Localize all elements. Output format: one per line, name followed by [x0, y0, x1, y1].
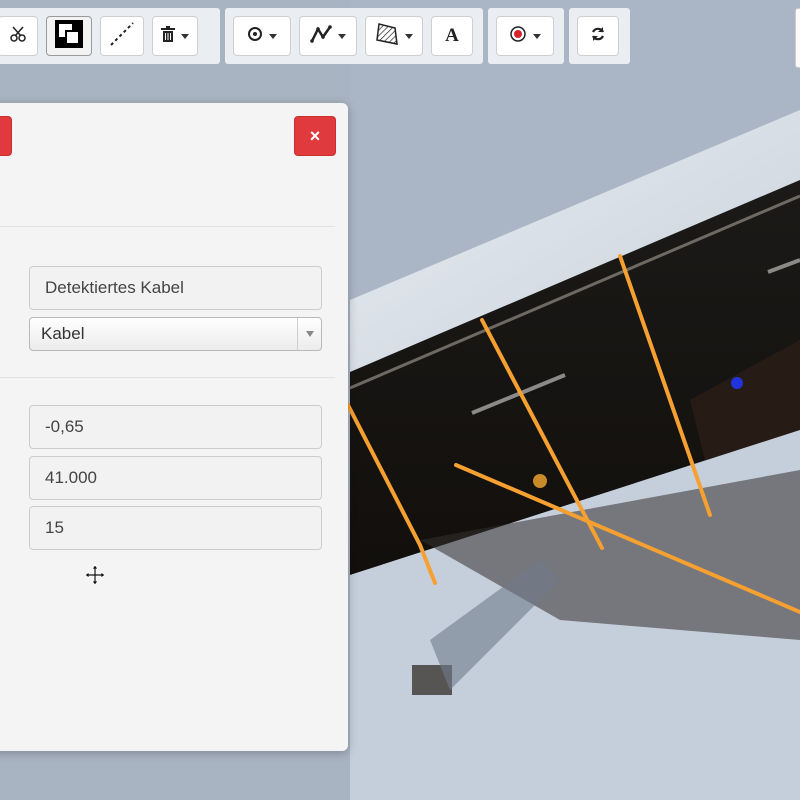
- polygon-icon: [375, 22, 399, 51]
- point-icon: [247, 26, 263, 47]
- chevron-down-icon: [181, 33, 189, 39]
- length-input[interactable]: 41.000: [29, 456, 322, 500]
- chevron-down-icon: [305, 331, 314, 337]
- chevron-down-icon: [338, 33, 346, 39]
- divider: [0, 377, 335, 378]
- text-icon: A: [445, 25, 459, 46]
- chevron-down-icon: [269, 33, 277, 39]
- type-select[interactable]: Kabel: [29, 317, 322, 351]
- polyline-icon: [310, 24, 332, 48]
- draw-line-button[interactable]: [299, 16, 357, 56]
- close-icon: ×: [309, 125, 321, 146]
- select-arrow[interactable]: [297, 318, 321, 350]
- type-select-value: Kabel: [41, 324, 85, 343]
- vertex-marker[interactable]: [533, 474, 547, 488]
- split-line-button[interactable]: [100, 16, 144, 56]
- refresh-icon: [590, 26, 606, 47]
- name-input[interactable]: Detektiertes Kabel: [29, 266, 322, 310]
- secondary-close-button[interactable]: [0, 116, 12, 156]
- refresh-button[interactable]: [577, 16, 619, 56]
- side-panel-edge[interactable]: [795, 8, 800, 68]
- overlap-button[interactable]: [46, 16, 92, 56]
- draw-polygon-button[interactable]: [365, 16, 423, 56]
- feature-properties-dialog: × Detektiertes Kabel Kabel -0,65 41.000 …: [0, 103, 348, 751]
- dashed-line-icon: [109, 21, 135, 52]
- edit-toolbar: [0, 8, 220, 64]
- cut-icon: [9, 25, 27, 48]
- cut-button[interactable]: [0, 16, 38, 56]
- divider: [0, 226, 335, 227]
- depth-input[interactable]: -0,65: [29, 405, 322, 449]
- record-button[interactable]: [496, 16, 554, 56]
- draw-point-button[interactable]: [233, 16, 291, 56]
- chevron-down-icon: [533, 33, 541, 39]
- delete-button[interactable]: [152, 16, 198, 56]
- width-input[interactable]: 15: [29, 506, 322, 550]
- refresh-toolbar: [569, 8, 630, 64]
- move-cursor-icon: [84, 564, 106, 590]
- draw-toolbar: A: [225, 8, 483, 64]
- trash-icon: [161, 25, 175, 47]
- blue-marker[interactable]: [731, 377, 743, 389]
- record-icon: [509, 25, 527, 48]
- draw-text-button[interactable]: A: [431, 16, 473, 56]
- record-toolbar: [488, 8, 564, 64]
- overlap-squares-icon: [55, 19, 83, 53]
- close-button[interactable]: ×: [294, 116, 336, 156]
- chevron-down-icon: [405, 33, 413, 39]
